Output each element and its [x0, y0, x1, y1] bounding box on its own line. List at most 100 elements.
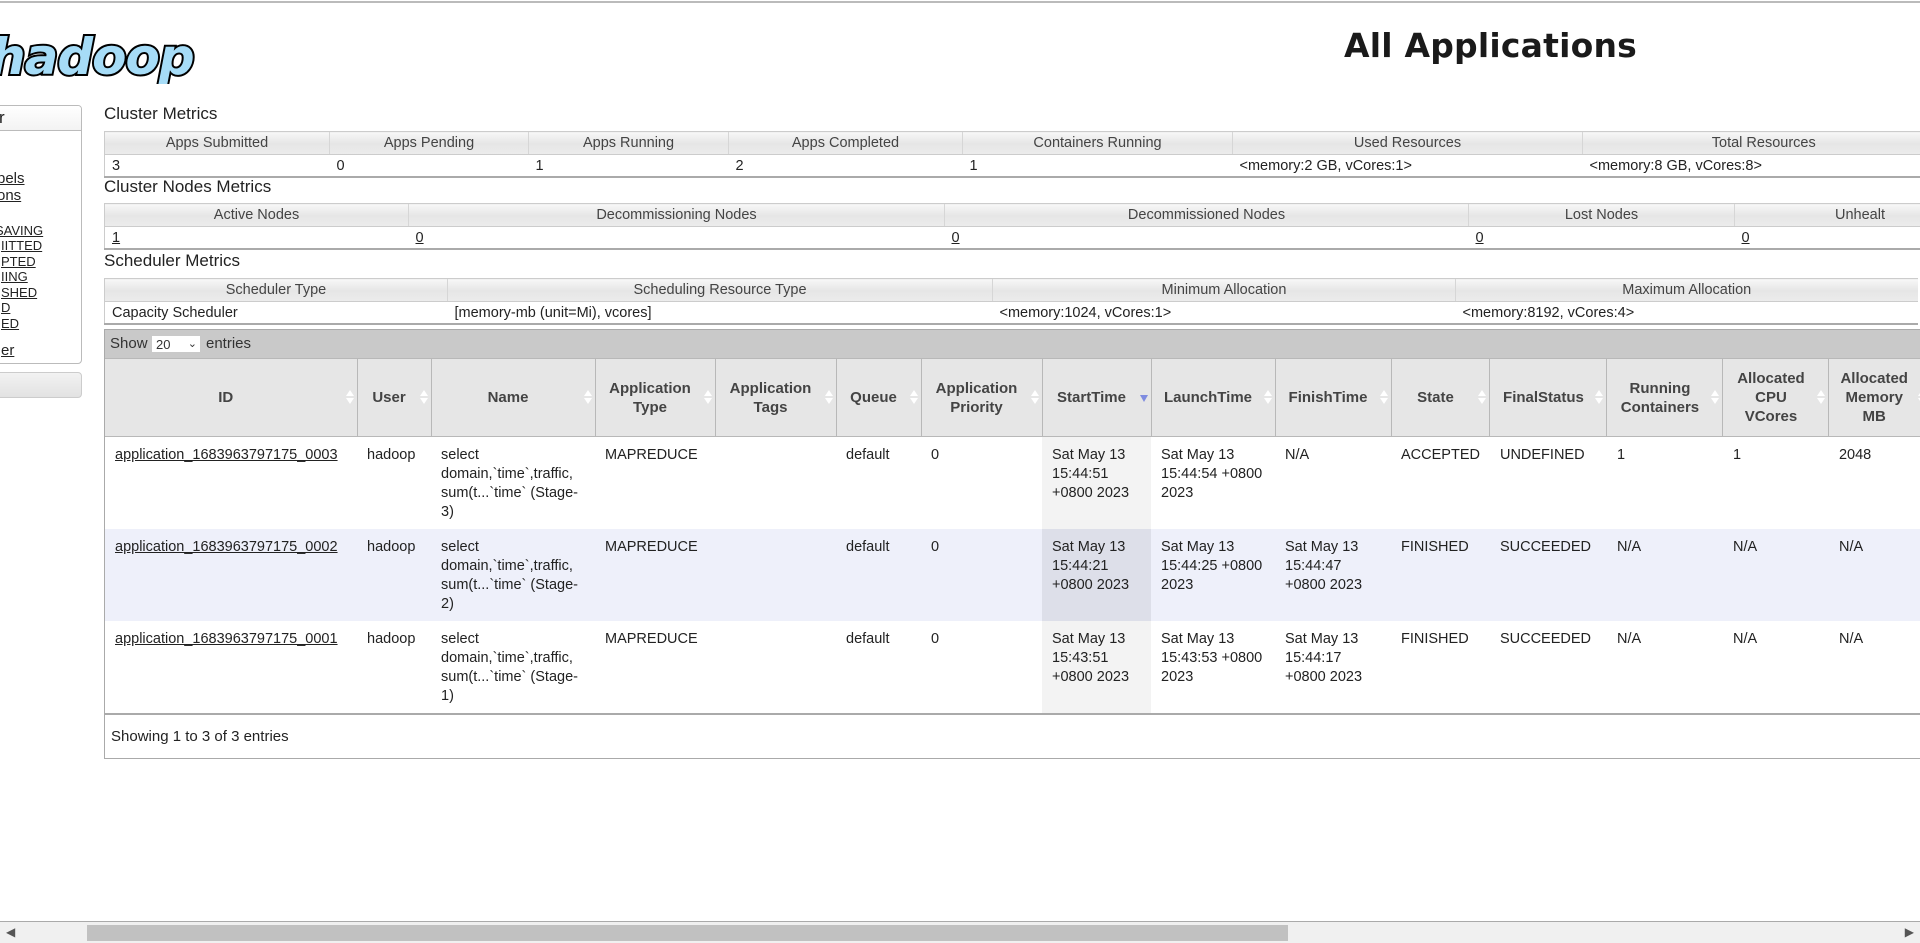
column-header-queue[interactable]: Queue [836, 359, 921, 437]
logo-text: hadoop [0, 28, 194, 84]
cell-allocated-memory: N/A [1829, 529, 1920, 621]
header-active-nodes: Active Nodes [105, 204, 409, 227]
sidebar-item-killed[interactable]: ED [1, 316, 19, 331]
link-lost-nodes[interactable]: 0 [1476, 230, 1484, 246]
cell-state: ACCEPTED [1391, 437, 1490, 529]
hadoop-logo[interactable]: hadoop [0, 24, 211, 84]
cell-finish-time: N/A [1275, 437, 1391, 529]
cell-type: MAPREDUCE [595, 621, 715, 713]
scheduler-metrics-table: Scheduler Type Scheduling Resource Type … [104, 278, 1918, 325]
scroll-left-icon[interactable]: ◀ [6, 925, 15, 939]
table-row: application_1683963797175_0003 hadoop se… [105, 437, 1920, 529]
sort-icon [346, 390, 354, 406]
sort-icon [1478, 390, 1486, 406]
column-header-name[interactable]: Name [431, 359, 595, 437]
column-header-allocated-memory[interactable]: Allocated Memory MB [1829, 359, 1920, 437]
column-header-start-time[interactable]: StartTime [1042, 359, 1151, 437]
cell-state: FINISHED [1391, 621, 1490, 713]
scheduler-metrics-title: Scheduler Metrics [104, 251, 240, 271]
cell-allocated-memory: 2048 [1829, 437, 1920, 529]
cell-running-containers: 1 [1607, 437, 1723, 529]
value-containers-running: 1 [963, 155, 1233, 178]
sidebar-item-applications[interactable]: ons [0, 187, 21, 204]
sort-icon [1595, 390, 1603, 406]
cell-tags [715, 621, 836, 713]
cell-start-time: Sat May 13 15:44:21 +0800 2023 [1042, 529, 1151, 621]
cell-queue: default [836, 529, 921, 621]
table-row: application_1683963797175_0001 hadoop se… [105, 621, 1920, 713]
sort-icon [825, 390, 833, 406]
column-header-allocated-cpu[interactable]: Allocated CPU VCores [1723, 359, 1829, 437]
sidebar-tools-header[interactable] [0, 372, 82, 398]
chevron-down-icon: ⌄ [188, 335, 197, 353]
sidebar-item-running[interactable]: IING [1, 269, 28, 284]
cell-tags [715, 529, 836, 621]
cell-final-status: SUCCEEDED [1490, 529, 1607, 621]
cell-finish-time: Sat May 13 15:44:17 +0800 2023 [1275, 621, 1391, 713]
column-header-application-priority[interactable]: Application Priority [921, 359, 1042, 437]
sidebar-heading[interactable]: r [0, 106, 81, 131]
applications-table: ID User Name Application Type Applicatio… [105, 358, 1920, 713]
sidebar-item-finished[interactable]: SHED [1, 285, 37, 300]
column-header-application-type[interactable]: Application Type [595, 359, 715, 437]
header-scheduling-resource-type: Scheduling Resource Type [448, 279, 993, 302]
cell-name: select domain,`time`,traffic, sum(t...`t… [431, 437, 595, 529]
link-unhealthy-nodes[interactable]: 0 [1742, 230, 1750, 246]
cell-finish-time: Sat May 13 15:44:47 +0800 2023 [1275, 529, 1391, 621]
sort-icon [1031, 390, 1039, 406]
scrollbar-thumb[interactable] [87, 925, 1288, 941]
link-decommissioning-nodes[interactable]: 0 [416, 230, 424, 246]
column-header-user[interactable]: User [357, 359, 431, 437]
column-header-state[interactable]: State [1391, 359, 1490, 437]
sidebar-item-new-saving[interactable]: SAVING [0, 223, 43, 238]
cell-state: FINISHED [1391, 529, 1490, 621]
cluster-nodes-metrics-title: Cluster Nodes Metrics [104, 177, 271, 197]
header-total-resources: Total Resources [1583, 132, 1920, 155]
scroll-right-icon[interactable]: ▶ [1905, 925, 1914, 939]
horizontal-scrollbar[interactable]: ◀ ▶ [0, 921, 1920, 943]
cell-priority: 0 [921, 621, 1042, 713]
cell-user: hadoop [357, 621, 431, 713]
cell-allocated-cpu: 1 [1723, 437, 1829, 529]
column-header-finish-time[interactable]: FinishTime [1275, 359, 1391, 437]
column-header-launch-time[interactable]: LaunchTime [1151, 359, 1275, 437]
top-border [0, 1, 1920, 3]
application-id-link[interactable]: application_1683963797175_0003 [115, 447, 338, 463]
cell-name: select domain,`time`,traffic, sum(t...`t… [431, 529, 595, 621]
sidebar-item-submitted[interactable]: IITTED [1, 238, 42, 253]
header-lost-nodes: Lost Nodes [1469, 204, 1735, 227]
link-active-nodes[interactable]: 1 [112, 230, 120, 246]
sidebar-item-node-labels[interactable]: bels [0, 170, 25, 187]
cell-queue: default [836, 437, 921, 529]
sidebar-item-failed[interactable]: D [1, 300, 10, 315]
sort-descending-icon [1140, 390, 1148, 406]
cell-type: MAPREDUCE [595, 437, 715, 529]
sort-icon [910, 390, 918, 406]
header-used-resources: Used Resources [1233, 132, 1583, 155]
sort-icon [420, 390, 428, 406]
table-length-toolbar: Show 20 ⌄ entries [105, 330, 1920, 358]
table-row: application_1683963797175_0002 hadoop se… [105, 529, 1920, 621]
application-id-link[interactable]: application_1683963797175_0001 [115, 631, 338, 647]
value-apps-running: 1 [529, 155, 729, 178]
cluster-metrics-table: Apps Submitted Apps Pending Apps Running… [104, 131, 1920, 178]
column-header-id[interactable]: ID [105, 359, 357, 437]
value-total-resources: <memory:8 GB, vCores:8> [1583, 155, 1920, 178]
cell-start-time: Sat May 13 15:44:51 +0800 2023 [1042, 437, 1151, 529]
page-size-select[interactable]: 20 ⌄ [151, 335, 201, 353]
column-header-application-tags[interactable]: Application Tags [715, 359, 836, 437]
cell-start-time: Sat May 13 15:43:51 +0800 2023 [1042, 621, 1151, 713]
value-apps-completed: 2 [729, 155, 963, 178]
column-header-final-status[interactable]: FinalStatus [1490, 359, 1607, 437]
cell-running-containers: N/A [1607, 529, 1723, 621]
application-id-link[interactable]: application_1683963797175_0002 [115, 539, 338, 555]
sidebar-item-accepted[interactable]: PTED [1, 254, 36, 269]
sort-icon [704, 390, 712, 406]
column-header-running-containers[interactable]: Running Containers [1607, 359, 1723, 437]
cell-type: MAPREDUCE [595, 529, 715, 621]
sidebar-item-scheduler[interactable]: er [1, 342, 14, 359]
link-decommissioned-nodes[interactable]: 0 [952, 230, 960, 246]
header-maximum-allocation: Maximum Allocation [1456, 279, 1918, 302]
cell-final-status: SUCCEEDED [1490, 621, 1607, 713]
cluster-nodes-metrics-table: Active Nodes Decommissioning Nodes Decom… [104, 203, 1920, 250]
